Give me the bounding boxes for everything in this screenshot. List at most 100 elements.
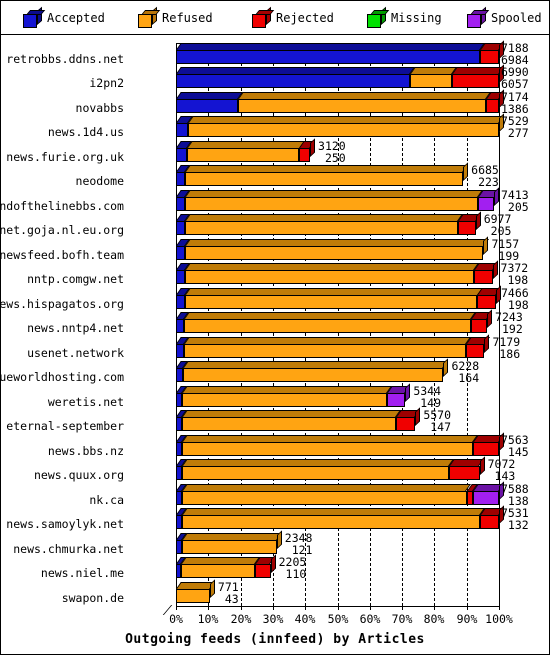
y-axis-category-label: news.hispagatos.org [0,297,124,311]
y-axis-category-label: news.samoylyk.net [6,517,124,531]
bar-segment-accepted[interactable] [176,319,185,333]
y-axis-category-label: nntp.comgw.net [27,272,124,286]
bar-segment-spooled[interactable] [477,197,495,211]
bar-segment-accepted[interactable] [176,99,239,113]
bar-segment-rejected[interactable] [396,417,416,431]
legend-item-rejected: Rejected [252,1,334,35]
bar-value-label: 7174 1386 [501,91,529,115]
bar-segment-refused[interactable] [183,368,444,382]
y-axis-category-label: newsfeed.bofh.team [0,248,124,262]
bar-segment-side [276,530,282,549]
bar-segment-refused[interactable] [182,466,450,480]
bar-segment-refused[interactable] [185,172,464,186]
bar-segment-rejected[interactable] [473,442,499,456]
bar-segment-rejected[interactable] [471,319,488,333]
bar-segment-refused[interactable] [184,246,484,260]
bar-segment-refused[interactable] [184,295,478,309]
bar-segment-top [182,410,402,417]
bar-segment-rejected[interactable] [479,50,499,64]
bar-segment-rejected[interactable] [449,466,480,480]
bar-segment-refused[interactable] [238,99,487,113]
bar-segment-accepted[interactable] [176,344,185,358]
bar-segment-rejected[interactable] [299,148,311,162]
bar-secondary-value: 250 [324,151,346,165]
bar-segment-refused[interactable] [184,197,478,211]
bar-segment-rejected[interactable] [479,515,499,529]
bar-segment-rejected[interactable] [452,74,499,88]
bar-segment-accepted[interactable] [176,172,186,186]
bar-segment-top [176,43,485,50]
bar-segment-top [187,116,504,123]
bar-segment-rejected[interactable] [477,295,497,309]
x-axis-tick [273,606,274,610]
bar-segment-refused[interactable] [184,221,458,235]
bar-segment-rejected[interactable] [465,344,485,358]
x-axis-title: Outgoing feeds (innfeed) by Articles [125,632,425,647]
bar-segment-top [182,435,479,442]
bar-value-label: 6685 223 [471,164,499,188]
bar-segment-accepted[interactable] [176,221,185,235]
bar-segment-refused[interactable] [181,564,256,578]
bar-value-label: 7466 198 [501,287,529,311]
y-axis-category-label: i2pn2 [89,76,124,90]
bar-segment-rejected[interactable] [486,99,499,113]
bar-segment-accepted[interactable] [176,270,185,284]
bar-secondary-value: 198 [507,273,529,287]
bar-segment-top [182,484,472,491]
bar-secondary-value: 186 [499,347,521,361]
bar-segment-accepted[interactable] [176,368,184,382]
bar-row: retrobbs.ddns.net 7188 6984 [6,40,529,66]
bar-row: news.hispagatos.org 7466 198 [1,285,529,311]
y-axis-category-label: news.1d4.us [47,125,124,139]
bar-segment-accepted[interactable] [176,74,411,88]
y-axis-category-label: usenet.goja.nl.eu.org [0,223,124,237]
bar-segment-accepted[interactable] [176,197,185,211]
bar-segment-side [494,187,500,206]
bar-segment-side [443,358,449,377]
bar-segment-refused[interactable] [187,123,499,137]
bar-segment-refused[interactable] [181,515,480,529]
bar-value-label: 7179 186 [492,336,520,360]
y-axis-category-label: swapon.de [61,591,124,605]
bar-segment-refused[interactable] [184,344,466,358]
bar-segment-side [463,162,469,181]
bar-row: eternal-september 5570 147 [6,407,500,433]
bar-segment-top [184,239,489,246]
bar-segment-refused[interactable] [184,270,474,284]
bar-segment-refused[interactable] [182,417,397,431]
bar-secondary-value: 147 [430,420,452,434]
bar-segment-refused[interactable] [186,148,300,162]
bar-segment-side [487,309,493,328]
bar-value-label: 7157 199 [491,238,519,262]
bar-segment-rejected[interactable] [473,270,493,284]
bar-segment-refused[interactable] [182,442,474,456]
bar-value-label: 5570 147 [423,409,451,433]
bar-segment-refused[interactable] [410,74,453,88]
bar-segment-accepted[interactable] [176,246,185,260]
bar-segment-top [176,582,215,589]
y-axis-category-label: news.niel.me [40,566,124,580]
bar-segment-rejected[interactable] [457,221,476,235]
bar-row: usenet.goja.nl.eu.org 6977205 [1,211,511,237]
bar-secondary-value: 143 [494,469,516,483]
bar-value-label: 771 43 [218,581,239,605]
y-axis-category-label: news.nntp4.net [27,321,124,335]
bar-segment-refused[interactable] [181,540,277,554]
bar-row: usenet.blueworldhosting.com 6228164 [1,358,500,384]
bar-segment-top [186,141,305,148]
bar-segment-refused[interactable] [182,393,387,407]
bar-segment-accepted[interactable] [176,295,185,309]
bar-segment-refused[interactable] [176,589,210,603]
bar-segment-refused[interactable] [184,319,472,333]
bar-row: nk.ca 7588 138 [89,481,529,507]
legend-label: Rejected [276,10,334,25]
bar-segment-side [270,554,276,573]
bar-segment-refused[interactable] [182,491,467,505]
bar-segment-accepted[interactable] [176,148,187,162]
bar-segment-spooled[interactable] [386,393,406,407]
bar-segment-rejected[interactable] [255,564,271,578]
bar-segment-accepted[interactable] [176,123,188,137]
bar-segment-top [184,288,483,295]
bar-segment-spooled[interactable] [473,491,499,505]
bar-segment-accepted[interactable] [176,50,480,64]
